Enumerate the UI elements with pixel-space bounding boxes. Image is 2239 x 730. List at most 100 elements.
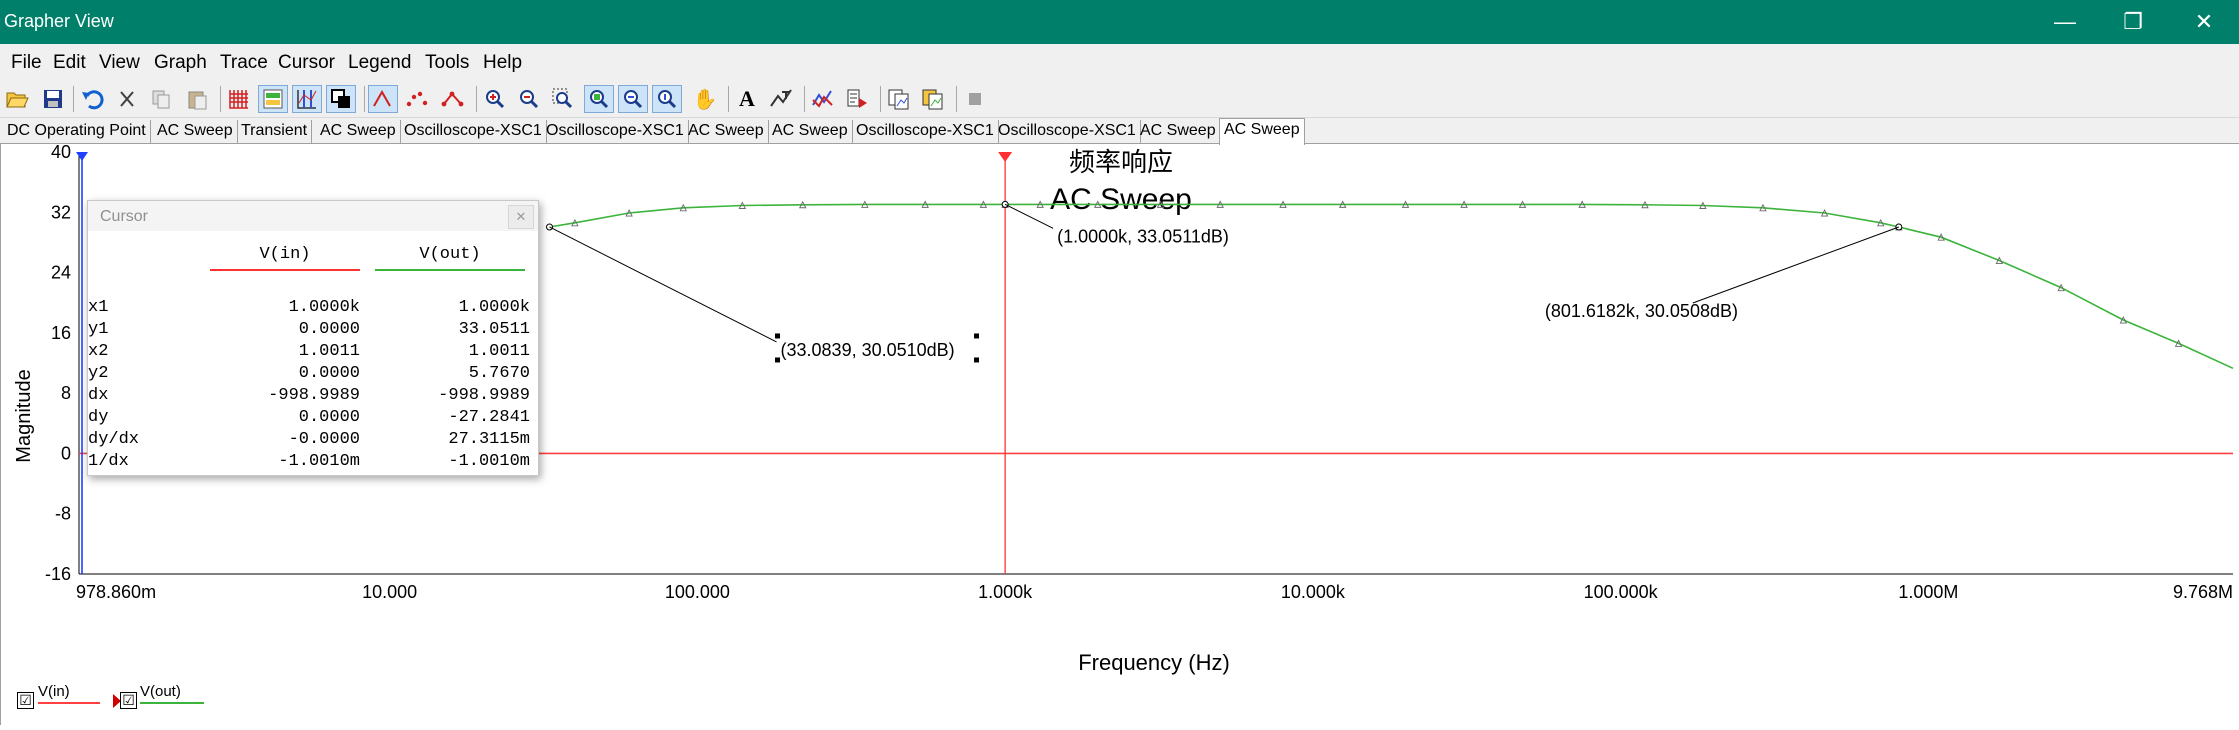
tab-oscilloscope-4[interactable]: Oscilloscope-XSC1 (994, 120, 1141, 144)
save-icon (44, 90, 62, 108)
cell-vout-1dx: -1.0010m (448, 452, 530, 471)
cursor-panel-header[interactable]: Cursor ✕ (88, 201, 538, 231)
menu-bar: File Edit View Graph Trace Cursor Legend… (0, 44, 2239, 80)
chart-subtitle: AC Sweep (1050, 183, 1192, 216)
properties-button[interactable] (842, 85, 872, 113)
zoom-in-button[interactable] (480, 85, 510, 113)
restore-button[interactable]: ❐ (2103, 0, 2163, 44)
tab-oscilloscope-3[interactable]: Oscilloscope-XSC1 (852, 120, 999, 144)
zoom-full-button[interactable] (584, 85, 614, 113)
label-button[interactable] (766, 85, 796, 113)
paste-button[interactable] (182, 85, 212, 113)
cell-vin-x2: 1.0011 (298, 342, 360, 361)
export-icon (812, 90, 833, 108)
x-tick-label: 10.000 (362, 582, 417, 602)
tab-oscilloscope-2[interactable]: Oscilloscope-XSC1 (542, 120, 689, 144)
menu-file[interactable]: File (11, 52, 42, 74)
menu-trace[interactable]: Trace (220, 52, 268, 74)
selection-handle (974, 333, 980, 339)
x-tick-label: 10.000k (1281, 582, 1346, 602)
grid-button[interactable] (224, 85, 254, 113)
copy-button[interactable] (146, 85, 176, 113)
legend-checkbox-vin[interactable]: ☑ (17, 692, 34, 709)
y-tick-label: 24 (51, 263, 71, 283)
zoom-out-icon (520, 90, 539, 109)
toolbar-separator (476, 86, 477, 112)
close-button[interactable]: ✕ (2174, 0, 2234, 44)
undo-button[interactable] (78, 85, 108, 113)
minimize-button[interactable]: — (2035, 0, 2095, 44)
zoom-area-button[interactable] (548, 85, 578, 113)
grid-icon (229, 90, 248, 109)
stop-button[interactable] (960, 85, 990, 113)
legend-swatch-vin (38, 702, 100, 704)
tab-ac-sweep-1[interactable]: AC Sweep (153, 120, 238, 144)
tab-ac-sweep-4[interactable]: AC Sweep (768, 120, 853, 144)
tab-ac-sweep-5[interactable]: AC Sweep (1136, 120, 1221, 144)
menu-graph[interactable]: Graph (154, 52, 207, 74)
menu-tools[interactable]: Tools (425, 52, 469, 74)
menu-cursor[interactable]: Cursor (278, 52, 335, 74)
y-tick-label: -16 (45, 564, 71, 584)
tab-ac-sweep-active[interactable]: AC Sweep (1219, 118, 1305, 145)
column-header-vout: V(out) (419, 245, 481, 264)
close-icon: ✕ (2194, 9, 2214, 34)
analysis-tabs: DC Operating Point AC Sweep Transient AC… (0, 118, 2239, 145)
cursors-button[interactable] (292, 85, 322, 113)
trace-button[interactable] (368, 85, 398, 113)
cursor-panel[interactable]: Cursor ✕ V(in) V(out) x1 y1 x2 y2 dx dy … (87, 200, 539, 476)
cursor-panel-title: Cursor (100, 208, 149, 225)
tab-ac-sweep-3[interactable]: AC Sweep (684, 120, 769, 144)
points-button[interactable] (402, 85, 432, 113)
cut-button[interactable] (112, 85, 142, 113)
toolbar-separator (73, 86, 74, 112)
cell-vin-y1: 0.0000 (298, 320, 360, 339)
y-tick-label: 0 (61, 443, 71, 463)
tab-dc-operating-point[interactable]: DC Operating Point (3, 120, 151, 144)
legend-checkbox-vout[interactable]: ☑ (120, 692, 137, 709)
legend: ☑ V(in) ☑ V(out) (0, 680, 300, 725)
zoom-x-button[interactable] (618, 85, 648, 113)
x-tick-label: 1.000k (978, 582, 1033, 602)
cell-vin-x1: 1.0000k (288, 298, 360, 317)
menu-view[interactable]: View (99, 52, 140, 74)
annotation-layer: (1.0000k, 33.0511dB) (33.0839, 30.0510dB)… (546, 200, 1903, 363)
row-label-x1: x1 (88, 298, 109, 317)
zoom-y-button[interactable] (652, 85, 682, 113)
open-icon (6, 92, 29, 108)
selection-handle (775, 333, 781, 339)
zoom-out-button[interactable] (514, 85, 544, 113)
y-tick-label: -8 (55, 504, 71, 524)
menu-edit[interactable]: Edit (53, 52, 86, 74)
menu-help[interactable]: Help (483, 52, 522, 74)
copy-graph-button[interactable] (884, 85, 914, 113)
menu-legend[interactable]: Legend (348, 52, 411, 74)
legend-icon (263, 89, 283, 109)
tab-ac-sweep-2[interactable]: AC Sweep (316, 120, 401, 144)
export-graph-button[interactable] (918, 85, 948, 113)
trace-points-button[interactable] (438, 85, 468, 113)
export-button[interactable] (808, 85, 838, 113)
cell-vin-dydx: -0.0000 (288, 430, 360, 449)
zoom-x-icon (624, 90, 643, 109)
save-button[interactable] (38, 85, 68, 113)
column-header-vin: V(in) (259, 245, 311, 264)
cell-vout-dy: -27.2841 (448, 408, 530, 427)
x-axis-label: Frequency (Hz) (1078, 650, 1230, 675)
pan-button[interactable]: ✋ (690, 85, 720, 113)
legend-button[interactable] (258, 85, 288, 113)
toolbar-separator (220, 86, 221, 112)
restore-icon: ❐ (2123, 9, 2143, 34)
cursor-panel-close-button[interactable]: ✕ (508, 205, 534, 229)
stop-icon (969, 93, 981, 105)
x-tick-label: 9.768M (2173, 582, 2233, 602)
tab-transient[interactable]: Transient (237, 120, 313, 144)
text-button[interactable]: A (732, 85, 762, 113)
open-button[interactable] (2, 85, 32, 113)
overlay-icon (331, 89, 350, 108)
tab-oscilloscope-1[interactable]: Oscilloscope-XSC1 (400, 120, 547, 144)
title-bar: Grapher View — ❐ ✕ (0, 0, 2239, 44)
overlay-button[interactable] (326, 85, 356, 113)
cell-vin-dy: 0.0000 (298, 408, 360, 427)
trace-points-icon (441, 91, 464, 107)
